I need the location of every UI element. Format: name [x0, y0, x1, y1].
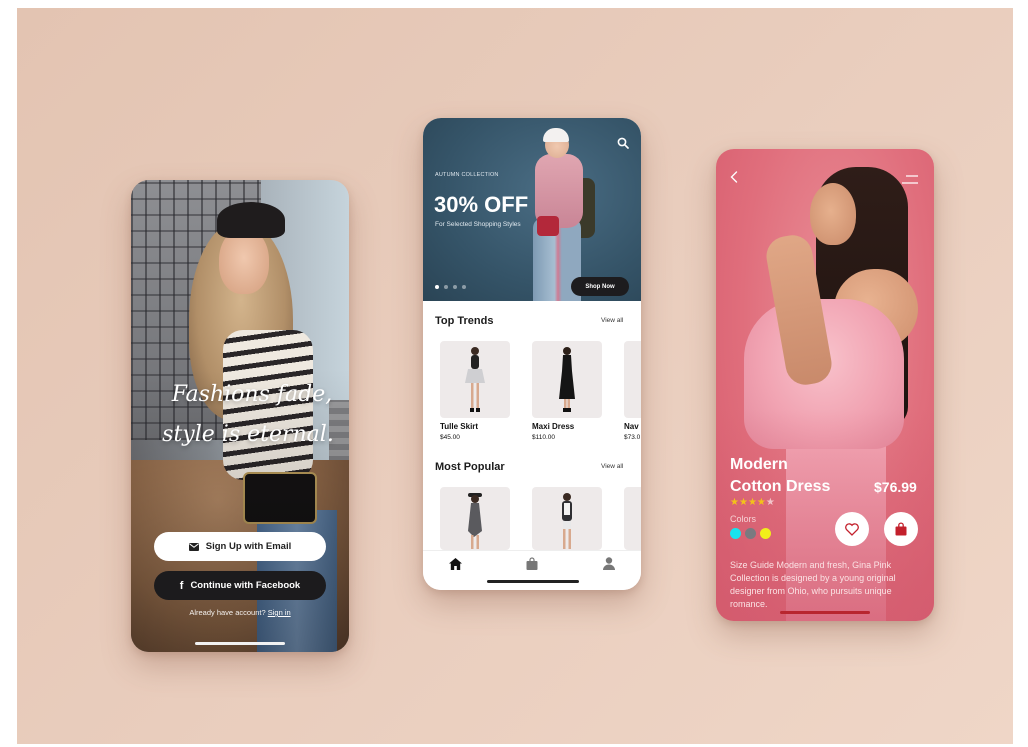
sign-up-email-button[interactable]: Sign Up with Email — [154, 532, 326, 561]
user-icon[interactable] — [603, 557, 615, 570]
shop-now-button[interactable]: Shop Now — [571, 277, 629, 296]
most-popular-title: Most Popular — [435, 461, 505, 473]
continue-facebook-button[interactable]: f Continue with Facebook — [154, 571, 326, 600]
color-swatches — [730, 528, 771, 539]
rating-stars: ★★★★★ — [730, 497, 775, 508]
hero-model-photo — [543, 128, 569, 142]
product-price: $76.99 — [874, 479, 917, 495]
showcase-background: Fashions fade, style is eternal. Sign Up… — [17, 8, 1013, 744]
home-indicator — [195, 642, 285, 645]
product-name: Maxi Dress — [532, 422, 575, 431]
product-photo — [465, 347, 485, 412]
hero-banner[interactable]: AUTUMN COLLECTION 30% OFF For Selected S… — [423, 118, 641, 301]
home-indicator — [780, 611, 870, 614]
top-trends-title: Top Trends — [435, 315, 494, 327]
carousel-dot[interactable] — [435, 285, 439, 289]
shopping-bag-icon[interactable] — [526, 557, 538, 570]
product-title-line-2: Cotton Dress — [730, 478, 831, 495]
home-indicator — [487, 580, 579, 583]
product-photo — [562, 493, 572, 549]
shop-screen: AUTUMN COLLECTION 30% OFF For Selected S… — [423, 118, 641, 590]
tagline-line-2: style is eternal. — [162, 422, 334, 447]
hero-eyebrow: AUTUMN COLLECTION — [435, 172, 499, 178]
facebook-icon: f — [179, 579, 184, 592]
product-card[interactable] — [532, 487, 602, 550]
product-price: $110.00 — [532, 434, 556, 441]
product-description: Size Guide Modern and fresh, Gina Pink C… — [730, 560, 896, 609]
back-arrow-icon[interactable] — [730, 171, 738, 183]
star-filled-icon: ★ — [756, 497, 766, 508]
heart-icon — [845, 522, 859, 536]
star-filled-icon: ★ — [738, 497, 748, 508]
hero-model-photo — [537, 216, 559, 236]
account-prompt-text: Already have account? — [189, 608, 266, 617]
sign-in-link[interactable]: Sign in — [268, 608, 291, 617]
product-price: $45.00 — [440, 434, 460, 441]
carousel-dot[interactable] — [462, 285, 466, 289]
hero-subline: For Selected Shopping Styles — [435, 221, 521, 228]
tagline-line-1: Fashions fade, — [171, 382, 333, 407]
envelope-icon — [188, 542, 199, 551]
top-trends-view-all[interactable]: View all — [601, 317, 623, 324]
search-button[interactable] — [617, 136, 629, 149]
product-detail-screen: Modern Cotton Dress $76.99 ★★★★★ Colors … — [716, 149, 934, 621]
photo-overlay — [716, 149, 934, 621]
add-to-bag-button[interactable] — [884, 512, 918, 546]
home-icon[interactable] — [449, 558, 462, 570]
welcome-screen: Fashions fade, style is eternal. Sign Up… — [131, 180, 349, 652]
hero-headline: 30% OFF — [434, 192, 529, 217]
product-card[interactable] — [624, 341, 641, 418]
product-photo — [468, 493, 482, 549]
product-name: Nav — [624, 422, 639, 431]
star-filled-icon: ★ — [730, 497, 739, 508]
search-icon — [617, 137, 629, 149]
product-card[interactable] — [624, 487, 641, 550]
color-swatch[interactable] — [760, 528, 771, 539]
product-title-line-1: Modern — [730, 456, 788, 473]
carousel-dots — [435, 285, 466, 289]
sign-up-email-label: Sign Up with Email — [205, 541, 292, 552]
signin-prompt: Already have account? Sign in — [131, 608, 349, 617]
continue-facebook-label: Continue with Facebook — [190, 580, 301, 591]
product-card[interactable] — [440, 487, 510, 550]
color-swatch[interactable] — [730, 528, 741, 539]
carousel-dot[interactable] — [444, 285, 448, 289]
product-card[interactable] — [532, 341, 602, 418]
product-price: $73.0 — [624, 434, 641, 441]
product-name: Tulle Skirt — [440, 422, 479, 431]
product-card[interactable] — [440, 341, 510, 418]
shopping-bag-icon — [895, 522, 907, 536]
bottom-tab-bar — [423, 550, 641, 590]
star-empty-icon: ★ — [765, 497, 775, 508]
menu-icon[interactable] — [902, 175, 918, 184]
colors-label: Colors — [730, 514, 757, 524]
favorite-button[interactable] — [835, 512, 869, 546]
product-photo — [559, 347, 575, 412]
carousel-dot[interactable] — [453, 285, 457, 289]
star-filled-icon: ★ — [747, 497, 757, 508]
color-swatch[interactable] — [745, 528, 756, 539]
most-popular-view-all[interactable]: View all — [601, 463, 623, 470]
